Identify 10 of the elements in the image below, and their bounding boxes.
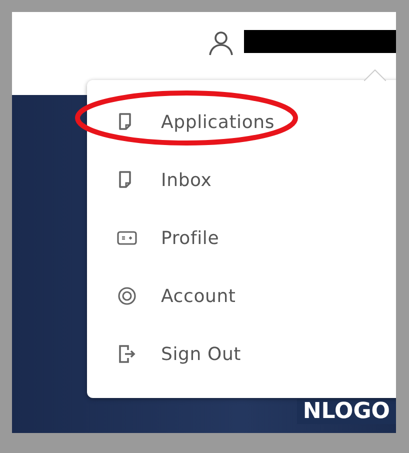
- menu-item[interactable]: Applications: [87, 93, 396, 151]
- menu-item[interactable]: Sign Out: [87, 325, 396, 383]
- menu-item[interactable]: Profile: [87, 209, 396, 267]
- id-card-icon: [117, 228, 137, 248]
- logo-text: NLOGO: [296, 399, 396, 424]
- exit-icon: [117, 344, 137, 364]
- user-icon[interactable]: [208, 30, 234, 56]
- ring-icon: [117, 286, 137, 306]
- menu-item[interactable]: Account: [87, 267, 396, 325]
- menu-item[interactable]: Inbox: [87, 151, 396, 209]
